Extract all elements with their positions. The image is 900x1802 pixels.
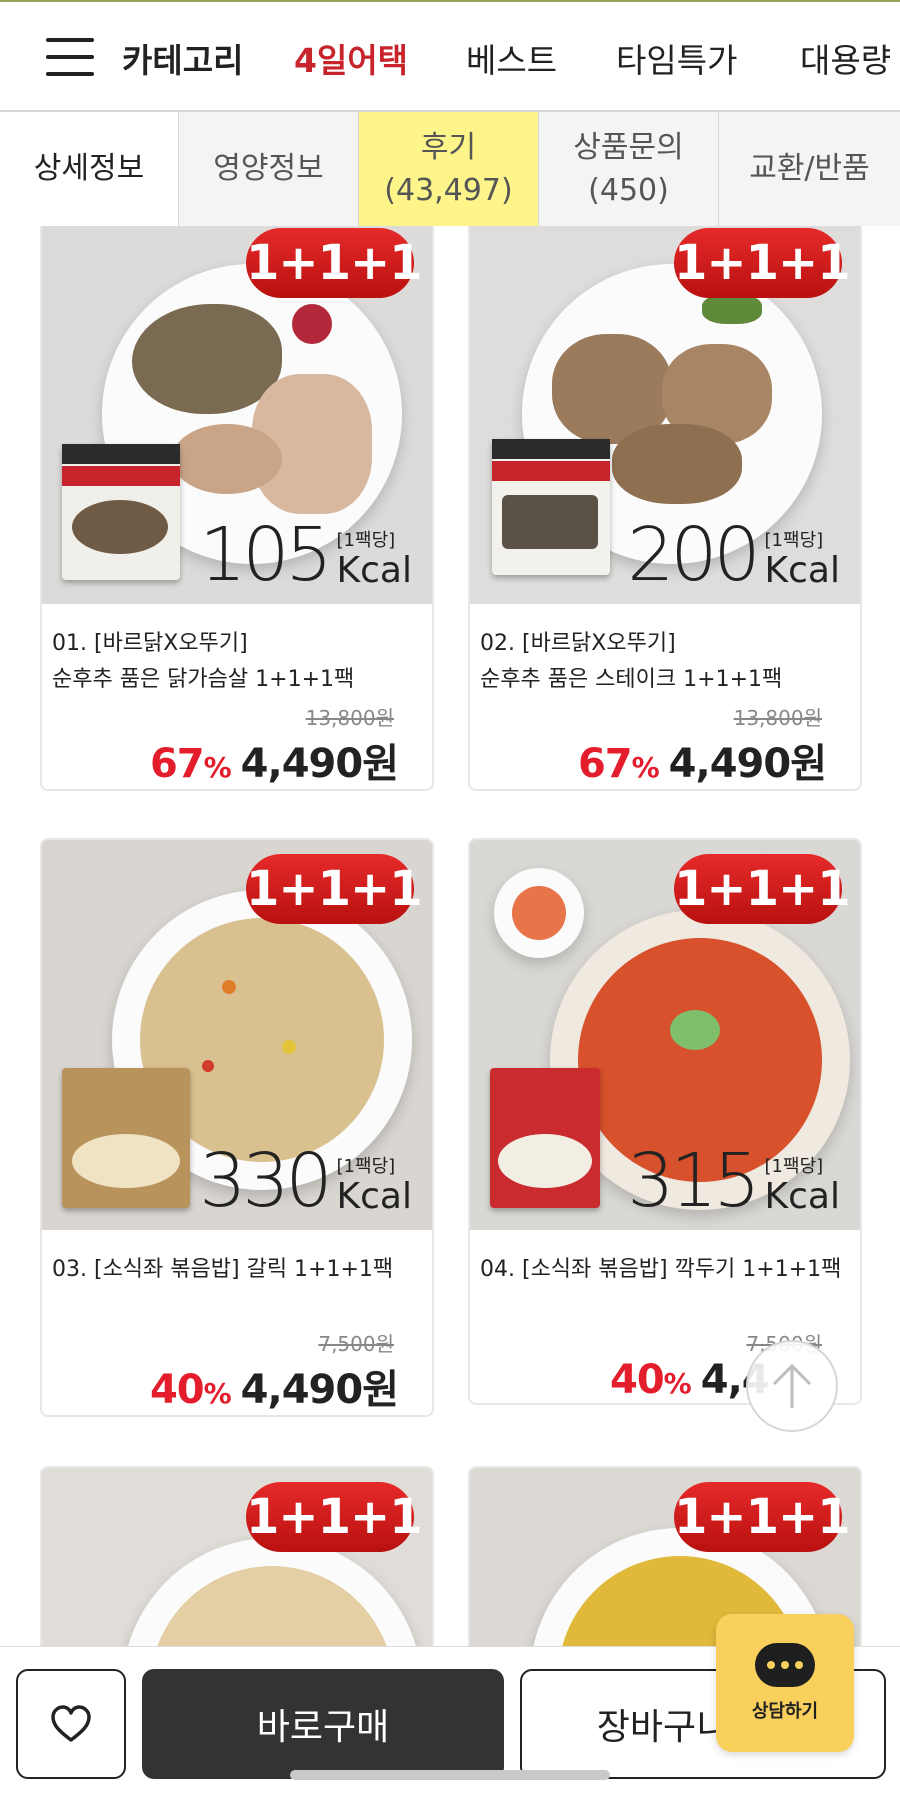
sale-price: 67% 4,490원 bbox=[149, 741, 399, 787]
buy-now-button[interactable]: 바로구매 bbox=[142, 1669, 504, 1779]
tab-details[interactable]: 상세정보 bbox=[0, 112, 178, 226]
original-price: 13,800원 bbox=[305, 706, 394, 730]
nav-category[interactable]: 카테고리 bbox=[122, 34, 243, 82]
top-navigation: 카테고리 4일어택 베스트 타임특가 대용량 bbox=[0, 0, 900, 112]
tab-inquiries[interactable]: 상품문의(450) bbox=[538, 112, 718, 226]
product-card[interactable]: 1+1+1 315 [1팩당] Kcal 04. [소식좌 볶음밥] 깍두기 1+… bbox=[468, 838, 862, 1405]
detail-tabs: 상세정보 영양정보 후기(43,497) 상품문의(450) 교환/반품 bbox=[0, 112, 900, 226]
product-grid: 1+1+1 105 [1팩당] Kcal 01. [바르닭X오뚜기] 순후추 품은 … bbox=[40, 226, 862, 1646]
calorie-label: 315 [1팩당] Kcal bbox=[627, 1138, 840, 1224]
calorie-label: 105 [1팩당] Kcal bbox=[199, 512, 412, 598]
promo-badge: 1+1+1 bbox=[246, 1482, 423, 1552]
product-name: 03. [소식좌 볶음밥] 갈릭 1+1+1팩 bbox=[52, 1257, 394, 1282]
product-card[interactable]: 1+1+1 105 [1팩당] Kcal 01. [바르닭X오뚜기] 순후추 품은 … bbox=[40, 226, 434, 791]
arrow-up-icon bbox=[772, 1363, 812, 1408]
nav-4day-attack[interactable]: 4일어택 bbox=[294, 34, 408, 82]
promo-badge: 1+1+1 bbox=[246, 228, 423, 298]
product-image: 1+1+1 330 [1팩당] Kcal bbox=[42, 840, 432, 1230]
nav-bulk[interactable]: 대용량 bbox=[800, 34, 891, 82]
chat-consult-button[interactable]: 상담하기 bbox=[716, 1614, 854, 1752]
sale-price: 67% 4,490원 bbox=[577, 741, 827, 787]
home-indicator bbox=[290, 1770, 610, 1780]
product-name: 01. [바르닭X오뚜기] 순후추 품은 닭가슴살 1+1+1팩 bbox=[52, 631, 355, 692]
chat-bubble-icon bbox=[755, 1643, 815, 1687]
product-name: 04. [소식좌 볶음밥] 깍두기 1+1+1팩 bbox=[480, 1257, 842, 1282]
product-image: 1+1+1 105 [1팩당] Kcal bbox=[42, 226, 432, 604]
calorie-label: 200 [1팩당] Kcal bbox=[627, 512, 840, 598]
product-image: 1+1+1 315 [1팩당] Kcal bbox=[470, 840, 860, 1230]
product-card[interactable]: 1+1+1 200 [1팩당] Kcal 02. [바르닭X오뚜기] 순후추 품은 … bbox=[468, 226, 862, 791]
product-card[interactable]: 1+1+1 330 [1팩당] Kcal 03. [소식좌 볶음밥] 갈릭 1+1… bbox=[40, 838, 434, 1417]
calorie-label: 330 [1팩당] Kcal bbox=[199, 1138, 412, 1224]
product-image: 1+1+1 200 [1팩당] Kcal bbox=[470, 226, 860, 604]
product-image: 1+1+1 bbox=[42, 1468, 432, 1646]
tab-nutrition[interactable]: 영양정보 bbox=[178, 112, 358, 226]
nav-time-sale[interactable]: 타임특가 bbox=[616, 34, 737, 82]
product-card[interactable]: 1+1+1 bbox=[40, 1466, 434, 1646]
heart-icon bbox=[51, 1705, 91, 1742]
promo-badge: 1+1+1 bbox=[674, 228, 851, 298]
promo-badge: 1+1+1 bbox=[674, 1482, 851, 1552]
promo-badge: 1+1+1 bbox=[246, 854, 423, 924]
menu-icon[interactable] bbox=[46, 36, 94, 76]
tab-exchange-return[interactable]: 교환/반품 bbox=[718, 112, 900, 226]
wishlist-button[interactable] bbox=[16, 1669, 126, 1779]
promo-badge: 1+1+1 bbox=[674, 854, 851, 924]
product-name: 02. [바르닭X오뚜기] 순후추 품은 스테이크 1+1+1팩 bbox=[480, 631, 783, 692]
nav-best[interactable]: 베스트 bbox=[466, 34, 557, 82]
scroll-top-button[interactable] bbox=[746, 1340, 838, 1432]
original-price: 7,500원 bbox=[318, 1332, 394, 1356]
tab-reviews[interactable]: 후기(43,497) bbox=[358, 112, 538, 226]
original-price: 13,800원 bbox=[733, 706, 822, 730]
sale-price: 40% 4,490원 bbox=[149, 1367, 399, 1413]
